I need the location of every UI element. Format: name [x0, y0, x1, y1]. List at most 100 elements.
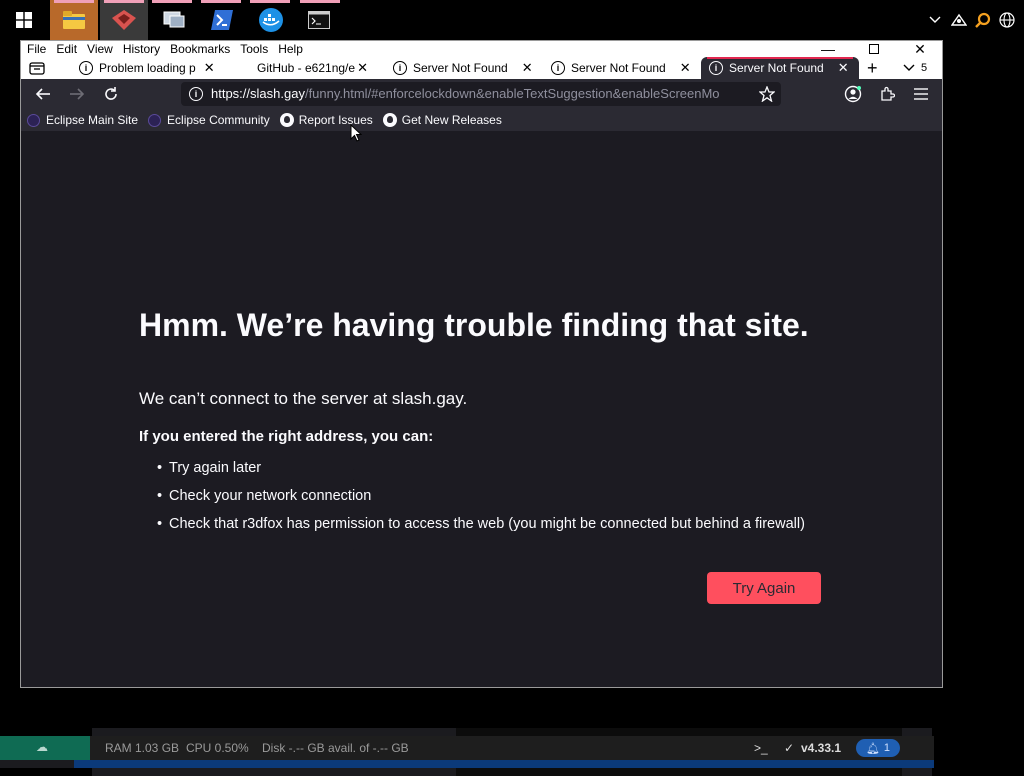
- plus-icon: +: [867, 57, 878, 78]
- site-info-icon[interactable]: i: [189, 87, 203, 101]
- bookmark-star-button[interactable]: [755, 83, 779, 105]
- new-tab-button[interactable]: +: [867, 57, 887, 79]
- windows-icon: [16, 12, 32, 28]
- error-description: We can’t connect to the server at slash.…: [139, 389, 468, 408]
- running-indicator: [300, 0, 340, 3]
- back-button[interactable]: [31, 83, 55, 105]
- star-icon: [759, 86, 775, 102]
- reload-button[interactable]: [99, 83, 123, 105]
- tab-list-icon: [29, 62, 45, 75]
- close-window-button[interactable]: ✕: [897, 40, 942, 57]
- app-menu-button[interactable]: [909, 83, 933, 105]
- bookmark-eclipse-community[interactable]: Eclipse Community: [148, 113, 270, 127]
- tab-3[interactable]: i Server Not Found ✕: [393, 57, 533, 79]
- tray-chevron-icon[interactable]: [926, 10, 944, 30]
- maximize-icon: [869, 44, 879, 54]
- bookmark-eclipse-main-site[interactable]: Eclipse Main Site: [27, 113, 138, 127]
- error-page: Hmm. We’re having trouble finding that s…: [21, 131, 942, 687]
- back-arrow-icon: [35, 88, 50, 100]
- extensions-button[interactable]: [875, 83, 899, 105]
- remote-icon: [163, 11, 185, 28]
- github-icon: [279, 113, 294, 127]
- taskbar-docker[interactable]: [247, 0, 295, 40]
- menu-edit[interactable]: Edit: [56, 41, 77, 57]
- terminal-prompt-icon[interactable]: >_: [754, 741, 768, 755]
- bookmark-label: Get New Releases: [401, 113, 502, 127]
- eclipse-icon: [27, 113, 40, 127]
- running-indicator: [201, 0, 241, 3]
- start-button[interactable]: [0, 0, 48, 40]
- bookmark-get-new-releases[interactable]: Get New Releases: [382, 113, 502, 127]
- tab-label: Problem loading p: [99, 61, 196, 75]
- tab-label: GitHub - e621ng/e: [257, 61, 356, 75]
- taskbar-file-explorer[interactable]: [50, 0, 98, 40]
- close-icon: ✕: [914, 40, 926, 57]
- remote-indicator[interactable]: ☁: [0, 736, 90, 760]
- tab-1[interactable]: i Problem loading p ✕: [79, 57, 229, 79]
- page-title: Hmm. We’re having trouble finding that s…: [139, 307, 809, 343]
- app-icon: [112, 10, 136, 30]
- chevron-down-icon: [903, 64, 915, 71]
- forward-button[interactable]: [65, 83, 89, 105]
- disk-status: Disk -.-- GB avail. of -.-- GB: [262, 741, 409, 755]
- taskbar-terminal[interactable]: [295, 0, 343, 40]
- menu-view[interactable]: View: [87, 41, 113, 57]
- network-globe-icon[interactable]: [997, 10, 1017, 30]
- powershell-icon: [211, 10, 233, 30]
- reload-icon: [105, 87, 117, 100]
- notification-count: 1: [883, 742, 891, 754]
- version-label[interactable]: v4.33.1: [801, 741, 841, 755]
- taskbar-app[interactable]: [100, 0, 148, 40]
- browser-window: File Edit View History Bookmarks Tools H…: [20, 40, 943, 688]
- info-icon: i: [709, 61, 723, 75]
- url-bar[interactable]: i https://slash.gay/funny.html/#enforcel…: [181, 82, 781, 106]
- menu-history[interactable]: History: [123, 41, 160, 57]
- taskbar-remote[interactable]: [150, 0, 198, 40]
- tab-4[interactable]: i Server Not Found ✕: [551, 57, 691, 79]
- error-suggestions-lead: If you entered the right address, you ca…: [139, 428, 434, 445]
- tray-app-icon[interactable]: [948, 10, 970, 30]
- menu-bookmarks[interactable]: Bookmarks: [170, 41, 230, 57]
- running-indicator: [152, 0, 192, 3]
- search-tray-icon[interactable]: [973, 10, 993, 30]
- try-again-button[interactable]: Try Again: [707, 572, 821, 604]
- check-icon: ✓: [784, 741, 795, 755]
- github-icon: [382, 113, 397, 127]
- mouse-cursor-icon: [350, 124, 362, 142]
- maximize-button[interactable]: [851, 41, 897, 57]
- close-tab-icon[interactable]: ✕: [204, 60, 215, 76]
- tab-5-active[interactable]: i Server Not Found ✕: [701, 57, 859, 79]
- taskbar-powershell[interactable]: [198, 0, 246, 40]
- close-tab-icon[interactable]: ✕: [522, 60, 533, 76]
- info-icon: i: [79, 61, 93, 75]
- info-icon: i: [393, 61, 407, 75]
- close-tab-icon[interactable]: ✕: [680, 60, 691, 76]
- account-button[interactable]: [841, 83, 865, 105]
- eclipse-icon: [148, 113, 162, 127]
- tab-bar: File Edit View History Bookmarks Tools H…: [21, 41, 942, 79]
- tab-label: Server Not Found: [413, 61, 508, 75]
- terminal-icon: [308, 11, 330, 29]
- info-icon: i: [551, 61, 565, 75]
- tab-label: Server Not Found: [571, 61, 666, 75]
- running-indicator: [104, 0, 144, 3]
- menu-help[interactable]: Help: [278, 41, 303, 57]
- close-tab-icon[interactable]: ✕: [838, 60, 849, 76]
- menu-tools[interactable]: Tools: [240, 41, 268, 57]
- notification-badge[interactable]: 🔔︎ 1: [856, 739, 900, 757]
- list-item: Try again later: [157, 459, 805, 487]
- tab-2[interactable]: GitHub - e621ng/e ✕: [257, 57, 387, 79]
- all-tabs-button[interactable]: 5: [903, 57, 933, 79]
- bookmark-label: Eclipse Community: [167, 113, 270, 127]
- bell-icon: 🔔︎: [865, 742, 880, 755]
- error-suggestions-list: Try again later Check your network conne…: [157, 459, 805, 543]
- url-text[interactable]: https://slash.gay/funny.html/#enforceloc…: [211, 86, 720, 101]
- tab-list-button[interactable]: [29, 57, 59, 79]
- navigation-toolbar: i https://slash.gay/funny.html/#enforcel…: [21, 79, 942, 109]
- close-tab-icon[interactable]: ✕: [357, 60, 368, 76]
- minimize-button[interactable]: —: [805, 41, 851, 57]
- running-indicator: [54, 0, 94, 3]
- minimize-icon: —: [821, 41, 835, 57]
- menu-file[interactable]: File: [27, 41, 46, 57]
- bookmarks-toolbar: Eclipse Main Site Eclipse Community Repo…: [21, 109, 942, 131]
